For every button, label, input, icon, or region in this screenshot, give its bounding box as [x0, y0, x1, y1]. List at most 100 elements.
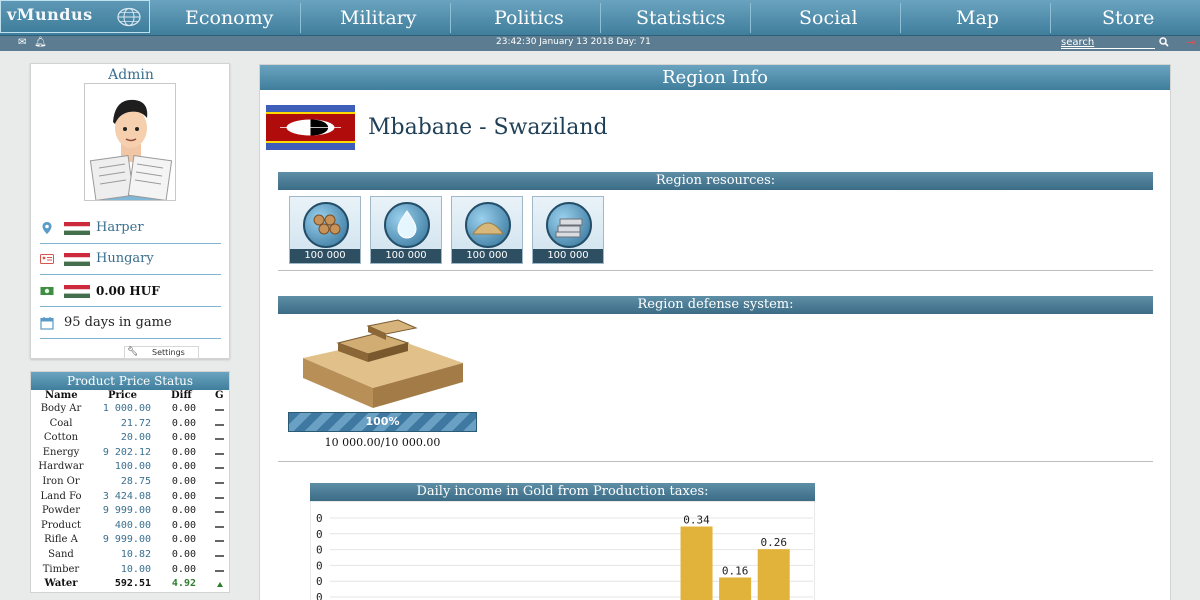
price-row[interactable]: Sand 10.82 0.00: [31, 549, 229, 564]
timber-icon: [303, 202, 349, 248]
price-row[interactable]: Land Fo 3 424.08 0.00: [31, 491, 229, 506]
nav-economy[interactable]: Economy: [185, 7, 273, 29]
resource-card[interactable]: 100 000: [370, 196, 442, 264]
chart-plot: 0 0 0 0 0 0 0.34 0.16 0.26: [310, 501, 815, 600]
price-row[interactable]: Powder 9 999.00 0.00: [31, 505, 229, 520]
resource-card[interactable]: 100 000: [289, 196, 361, 264]
y-tick-label: 0: [316, 575, 323, 588]
bar-value-label: 0.34: [683, 513, 710, 526]
header-g: G: [215, 390, 224, 401]
citizenship-link[interactable]: Hungary: [96, 251, 154, 266]
product-diff: 0.00: [171, 403, 196, 414]
price-row[interactable]: Product 400.00 0.00: [31, 520, 229, 535]
product-name: Product: [41, 519, 81, 531]
citizenship-row: Hungary: [40, 245, 221, 275]
trend-up-icon: [217, 582, 223, 588]
product-diff: 0.00: [171, 519, 196, 531]
product-name: Cotton: [43, 432, 79, 444]
product-diff: 0.00: [171, 534, 196, 546]
logo-text: vMundus: [7, 5, 93, 24]
product-price: 10.00: [120, 563, 151, 575]
section-divider: [278, 461, 1153, 462]
money-row: 0.00 HUF: [40, 277, 221, 307]
search-input[interactable]: [1061, 36, 1155, 49]
nav-military[interactable]: Military: [340, 7, 416, 29]
nav-social[interactable]: Social: [799, 7, 858, 29]
nav-statistics[interactable]: Statistics: [636, 7, 726, 29]
chart-bar: [680, 526, 713, 600]
nav-separator: [450, 3, 451, 33]
money-amount: 0.00 HUF: [96, 284, 160, 298]
product-name: Coal: [49, 417, 73, 429]
trend-flat-icon: [215, 482, 224, 484]
logo[interactable]: vMundus: [0, 0, 150, 33]
product-name: Iron Or: [42, 476, 80, 487]
product-price: 400.00: [114, 519, 151, 531]
price-row[interactable]: Timber 10.00 0.00: [31, 564, 229, 579]
resource-card[interactable]: 100 000: [451, 196, 523, 264]
resource-card[interactable]: 100 000: [532, 196, 604, 264]
mail-icon[interactable]: ✉: [18, 37, 26, 49]
location-pin-icon: [42, 222, 52, 234]
price-row[interactable]: Rifle A 9 999.00 0.00: [31, 534, 229, 549]
price-row[interactable]: Energy 9 202.12 0.00: [31, 447, 229, 462]
id-card-icon: [40, 254, 54, 264]
product-price-table: Product Price Status Name Price Diff G B…: [30, 371, 230, 593]
product-price: 3 424.08: [102, 490, 151, 502]
y-tick-label: 0: [316, 591, 323, 600]
exit-icon[interactable]: ⇥: [1186, 36, 1195, 49]
settings-button[interactable]: 🔧︎ Settings: [124, 346, 199, 359]
y-tick-label: 0: [316, 512, 323, 525]
product-name: Timber: [42, 563, 80, 575]
server-clock: 23:42:30 January 13 2018 Day: 71: [496, 37, 651, 47]
search-icon[interactable]: [1159, 36, 1169, 48]
product-diff: 4.92: [171, 578, 196, 590]
trend-flat-icon: [215, 452, 224, 455]
product-name: Sand: [48, 549, 74, 560]
chart-bar: [757, 549, 790, 600]
price-row[interactable]: Hardwar 100.00 0.00: [31, 461, 229, 476]
defense-progress-bar: 100%: [288, 412, 477, 432]
days-row: 95 days in game: [40, 309, 221, 339]
settings-label: Settings: [152, 348, 185, 357]
product-price: 21.72: [120, 417, 151, 429]
section-divider: [278, 270, 1153, 271]
trend-flat-icon: [215, 467, 224, 470]
resources-title: Region resources:: [278, 172, 1153, 190]
product-diff: 0.00: [171, 476, 196, 487]
defense-value: 10 000.00/10 000.00: [324, 436, 441, 449]
product-name: Land Fo: [40, 490, 82, 502]
trend-flat-icon: [215, 569, 224, 572]
price-row[interactable]: Cotton 20.00 0.00: [31, 432, 229, 447]
calendar-icon: [40, 317, 54, 330]
location-link[interactable]: Harper: [96, 220, 144, 235]
nav-store[interactable]: Store: [1102, 7, 1154, 29]
y-tick-label: 0: [316, 528, 323, 541]
chart-bar: [719, 577, 752, 600]
avatar-illustration: [85, 84, 175, 200]
product-price: 100.00: [114, 461, 151, 473]
location-row: Harper: [40, 214, 221, 244]
product-diff: 0.00: [171, 432, 196, 444]
avatar[interactable]: [84, 83, 176, 201]
nav-separator: [600, 3, 601, 33]
price-row[interactable]: Coal 21.72 0.00: [31, 418, 229, 433]
product-price: 1 000.00: [102, 403, 151, 414]
product-name: Powder: [41, 505, 80, 517]
nav-map[interactable]: Map: [956, 7, 999, 29]
bell-icon[interactable]: 🔔︎: [34, 37, 47, 49]
profile-name[interactable]: Admin: [31, 67, 231, 83]
price-row[interactable]: Body Ar 1 000.00 0.00: [31, 403, 229, 418]
product-price: 9 999.00: [102, 534, 151, 546]
price-row[interactable]: Water 592.51 4.92: [31, 578, 229, 593]
product-price: 10.82: [120, 549, 151, 560]
trend-flat-icon: [215, 423, 224, 426]
trend-flat-icon: [215, 555, 224, 557]
wrench-icon: 🔧︎: [127, 347, 139, 357]
header-name: Name: [45, 390, 78, 401]
nav-politics[interactable]: Politics: [494, 7, 564, 29]
price-row[interactable]: Iron Or 28.75 0.00: [31, 476, 229, 491]
product-diff: 0.00: [171, 490, 196, 502]
trend-flat-icon: [215, 496, 224, 499]
defense-bunker-icon[interactable]: [298, 318, 468, 410]
